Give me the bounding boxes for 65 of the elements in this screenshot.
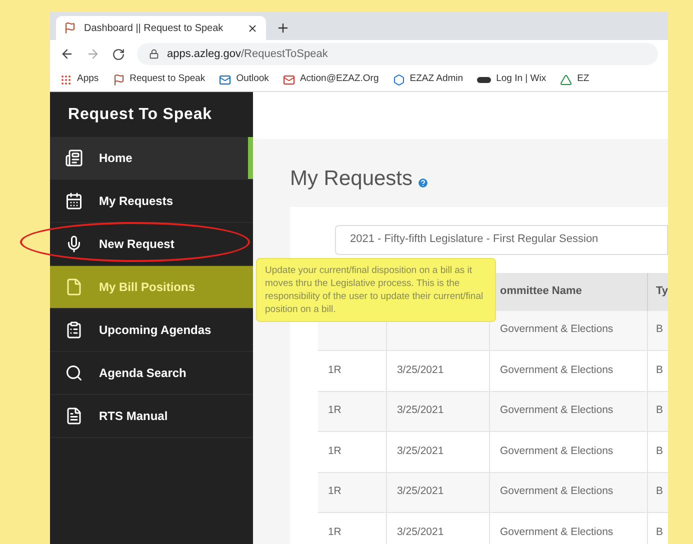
bookmark[interactable]: Request to Speak (112, 72, 206, 87)
back-icon[interactable] (60, 47, 74, 61)
table-cell-text: 3/25/2021 (396, 403, 444, 418)
page-title: My Requests (290, 166, 413, 192)
nav-item[interactable]: My Requests (50, 180, 253, 223)
session-select[interactable]: 2021 - Fifty-fifth Legislature - First Regular Session (334, 224, 668, 254)
reload-icon[interactable] (112, 48, 125, 60)
search-icon (65, 364, 83, 382)
bookmark[interactable]: EZ (560, 72, 590, 87)
browser-tab[interactable]: Dashboard || Request to Speak (56, 16, 266, 40)
document-icon (65, 149, 83, 167)
flag-icon (64, 22, 76, 34)
bookmark[interactable]: Apps (60, 72, 99, 87)
nav-item[interactable]: RTS Manual (50, 395, 253, 438)
table-cell-text: 3/25/2021 (396, 484, 444, 500)
table-cell-text: B (656, 362, 663, 378)
table-cell-text: Government & Elections (500, 484, 614, 500)
table-cell-text: Government & Elections (500, 403, 614, 418)
mail-icon (219, 74, 232, 86)
document-icon (65, 278, 83, 296)
column-header: Ty (654, 284, 668, 300)
bookmark[interactable]: Action@EZAZ.Org (282, 72, 379, 87)
url-text: apps.azleg.gov/RequestToSpeak (167, 46, 328, 62)
table-cell-text: 1R (328, 484, 342, 500)
new-tab-icon[interactable] (276, 21, 290, 35)
sidebar-title: Request To Speak (67, 104, 213, 124)
tab-title: Dashboard || Request to Speak (84, 22, 224, 36)
bookmark[interactable]: Outlook (219, 72, 269, 87)
table-cell-text: Government & Elections (500, 444, 614, 459)
triangle-icon (560, 74, 572, 86)
clipboard-icon (65, 321, 83, 339)
calendar-icon (65, 192, 83, 210)
mail-icon (282, 74, 295, 86)
table-cell-text: B (656, 524, 663, 540)
document-icon (65, 407, 83, 425)
apps-grid-icon (60, 74, 72, 86)
table-cell-text: B (656, 484, 663, 500)
table-cell-text: 1R (328, 362, 342, 378)
table-cell-text: 3/25/2021 (396, 362, 444, 378)
tooltip: Update your current/final disposition on a bill as it moves thru the Legislative process. This is the responsibility of the user to update their current/final position on a bill. (256, 258, 496, 322)
nav-item[interactable]: Home (50, 137, 253, 180)
table-cell-text: Government & Elections (500, 322, 614, 338)
hexagon-icon (392, 74, 405, 86)
table-cell-text: B (656, 444, 663, 459)
nav-item[interactable]: Agenda Search (50, 352, 253, 395)
flag-icon (112, 74, 125, 86)
table-cell-text: 3/25/2021 (396, 444, 444, 459)
table-cell-text: B (656, 322, 663, 338)
bookmark[interactable]: Log In | Wix (477, 72, 546, 87)
table-cell-text: 3/25/2021 (396, 524, 444, 540)
table-cell-text: B (656, 403, 663, 418)
nav-item[interactable]: Upcoming Agendas (50, 309, 253, 352)
microphone-icon (65, 235, 83, 253)
table-cell-text: Government & Elections (500, 362, 614, 378)
bookmark[interactable]: EZAZ Admin (392, 72, 464, 87)
table-cell-text: Government & Elections (500, 524, 614, 540)
table-cell-text: 1R (328, 403, 342, 418)
table-cell-text: 1R (328, 524, 342, 540)
help-icon[interactable] (416, 176, 429, 189)
active-indicator (248, 137, 253, 179)
lock-icon (149, 49, 159, 59)
table-cell-text: 1R (328, 444, 342, 459)
wix-logo-icon (477, 76, 492, 82)
close-icon[interactable] (247, 22, 258, 34)
address-bar[interactable]: apps.azleg.gov/RequestToSpeak (137, 43, 658, 65)
